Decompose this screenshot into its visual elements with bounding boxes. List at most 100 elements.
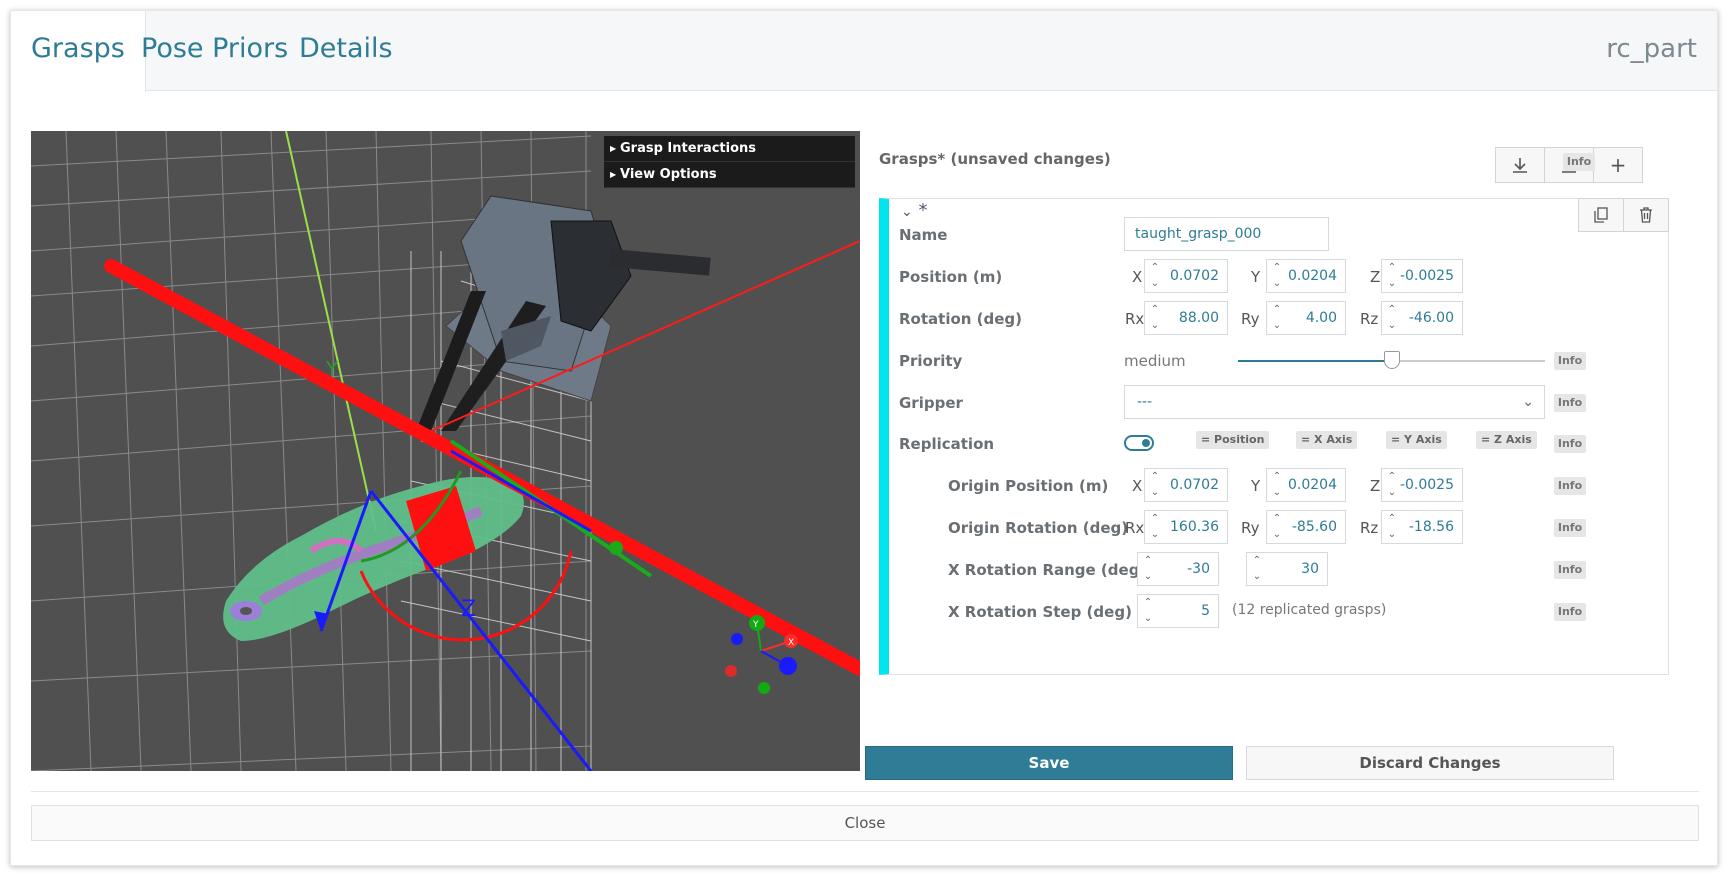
chip-position[interactable]: = Position [1196,431,1270,449]
chip-z-axis[interactable]: = Z Axis [1476,431,1537,449]
caret-right-icon: ▶ [610,144,617,153]
3d-scene[interactable]: Y Z Y X [31,131,860,771]
rotation-rz-input[interactable]: ⌃ ⌄ -46.00 [1381,301,1463,335]
x-rotation-range-min-input[interactable]: ⌃ ⌄ -30 [1137,552,1219,586]
position-z-label: Z [1370,268,1381,286]
card-actions [1578,198,1669,232]
x-rotation-step-input[interactable]: ⌃ ⌄ 5 [1137,594,1219,628]
discard-changes-button[interactable]: Discard Changes [1246,746,1614,780]
delete-grasp-button[interactable] [1623,198,1669,232]
x-rotation-range-max-input[interactable]: ⌃ ⌄ 30 [1246,552,1328,586]
duplicate-grasp-button[interactable] [1578,198,1624,232]
origin-position-info-button[interactable]: Info [1554,477,1586,495]
priority-info-button[interactable]: Info [1554,352,1586,370]
position-x-input[interactable]: ⌃ ⌄ 0.0702 [1144,259,1228,293]
origin-rotation-ry-stepper[interactable]: ⌃ ⌄ [1267,511,1287,543]
x-rotation-step-label: X Rotation Step (deg) [948,603,1132,621]
origin-rotation-rx-stepper[interactable]: ⌃ ⌄ [1145,511,1165,543]
position-y-input[interactable]: ⌃ ⌄ 0.0204 [1266,259,1346,293]
origin-rotation-info-button[interactable]: Info [1554,519,1586,537]
origin-rotation-rz-value: -18.56 [1408,519,1454,535]
origin-position-x-stepper[interactable]: ⌃ ⌄ [1145,469,1165,501]
priority-label: Priority [899,352,963,370]
origin-rotation-label: Origin Rotation (deg) [948,519,1129,537]
view-options-toggle[interactable]: ▶ View Options [604,162,855,188]
origin-rotation-ry-value: -85.60 [1291,519,1337,535]
save-button[interactable]: Save [865,746,1233,780]
position-y-label: Y [1251,268,1261,286]
svg-text:Y: Y [752,620,759,630]
download-button[interactable] [1495,147,1545,183]
replication-label: Replication [899,435,995,453]
rotation-rz-label: Rz [1360,310,1379,328]
x-rotation-range-max-value: 30 [1301,561,1319,577]
chip-y-axis[interactable]: = Y Axis [1386,431,1447,449]
replication-info-button[interactable]: Info [1554,435,1586,453]
origin-rotation-ry-input[interactable]: ⌃ ⌄ -85.60 [1266,510,1346,544]
origin-rotation-rx-value: 160.36 [1170,519,1219,535]
x-rotation-range-info-button[interactable]: Info [1554,561,1586,579]
rotation-rx-input[interactable]: ⌃ ⌄ 88.00 [1144,301,1228,335]
add-grasp-button[interactable]: + [1593,147,1643,183]
chevron-down-icon[interactable]: ⌄ [901,204,913,220]
x-rotation-step-stepper[interactable]: ⌃ ⌄ [1138,595,1158,627]
grasps-info-button[interactable]: Info [1563,153,1595,171]
position-z-value: -0.0025 [1399,268,1454,284]
gripper-selected-value: --- [1137,394,1153,410]
position-z-input[interactable]: ⌃ ⌄ -0.0025 [1381,259,1463,293]
grasp-editor-modal: Grasps Pose Priors Details rc_part Y Z Y… [10,10,1718,866]
toggle-knob [1142,439,1150,447]
x-rotation-step-value: 5 [1201,603,1210,619]
viewer-menu: ▶ Grasp Interactions ▶ View Options [604,136,855,188]
position-x-label: X [1132,268,1143,286]
origin-position-x-input[interactable]: ⌃ ⌄ 0.0702 [1144,468,1228,502]
name-label: Name [899,226,948,244]
3d-viewer[interactable]: Y Z Y X ▶ Grasp Interactions ▶ View Opti… [31,131,860,771]
origin-position-z-input[interactable]: ⌃ ⌄ -0.0025 [1381,468,1463,502]
origin-rotation-rx-label: Rx [1125,519,1145,537]
x-rotation-range-label: X Rotation Range (deg) [948,561,1147,579]
origin-position-z-value: -0.0025 [1399,477,1454,493]
origin-rotation-rz-stepper[interactable]: ⌃ ⌄ [1382,511,1402,543]
x-rotation-range-min-value: -30 [1187,561,1210,577]
rotation-ry-input[interactable]: ⌃ ⌄ 4.00 [1266,301,1346,335]
grasp-interactions-toggle[interactable]: ▶ Grasp Interactions [604,136,855,162]
origin-rotation-rz-input[interactable]: ⌃ ⌄ -18.56 [1381,510,1463,544]
replicated-grasps-count: (12 replicated grasps) [1232,602,1387,618]
z-axis-arrow [314,611,329,631]
gripper-select[interactable]: --- ⌄ [1124,385,1545,419]
rotation-ry-stepper[interactable]: ⌃ ⌄ [1267,302,1287,334]
green-axis-line [285,131,377,532]
replication-toggle[interactable] [1124,435,1154,451]
card-header[interactable]: ⌄ * [901,200,927,221]
origin-position-y-stepper[interactable]: ⌃ ⌄ [1267,469,1287,501]
svg-text:X: X [788,638,794,648]
z-axis-label: Z [461,597,476,622]
y-axis-knob[interactable] [609,541,623,555]
x-rotation-step-info-button[interactable]: Info [1554,603,1586,621]
modal-title: rc_part [1606,34,1697,64]
chip-x-axis[interactable]: = X Axis [1296,431,1358,449]
priority-slider-fill [1238,360,1392,362]
close-button[interactable]: Close [31,805,1699,841]
view-options-label: View Options [620,167,717,182]
priority-value: medium [1124,352,1186,370]
origin-position-label: Origin Position (m) [948,477,1109,495]
copy-icon [1594,207,1608,223]
x-rotation-range-max-stepper[interactable]: ⌃ ⌄ [1247,553,1267,585]
grasp-card: ⌄ * Name taught_grasp_000 Position (m) X… [879,198,1669,675]
origin-rotation-rz-label: Rz [1360,519,1379,537]
position-y-stepper[interactable]: ⌃ ⌄ [1267,260,1287,292]
tab-details[interactable]: Details [279,11,413,91]
origin-rotation-rx-input[interactable]: ⌃ ⌄ 160.36 [1144,510,1228,544]
gripper-info-button[interactable]: Info [1554,394,1586,412]
position-x-stepper[interactable]: ⌃ ⌄ [1145,260,1165,292]
name-input[interactable]: taught_grasp_000 [1124,217,1329,251]
priority-slider-thumb[interactable] [1383,351,1400,369]
origin-position-y-input[interactable]: ⌃ ⌄ 0.0204 [1266,468,1346,502]
rotation-rz-stepper[interactable]: ⌃ ⌄ [1382,302,1402,334]
position-x-value: 0.0702 [1170,268,1219,284]
rotation-rx-stepper[interactable]: ⌃ ⌄ [1145,302,1165,334]
origin-position-z-label: Z [1370,477,1381,495]
x-rotation-range-min-stepper[interactable]: ⌃ ⌄ [1138,553,1158,585]
